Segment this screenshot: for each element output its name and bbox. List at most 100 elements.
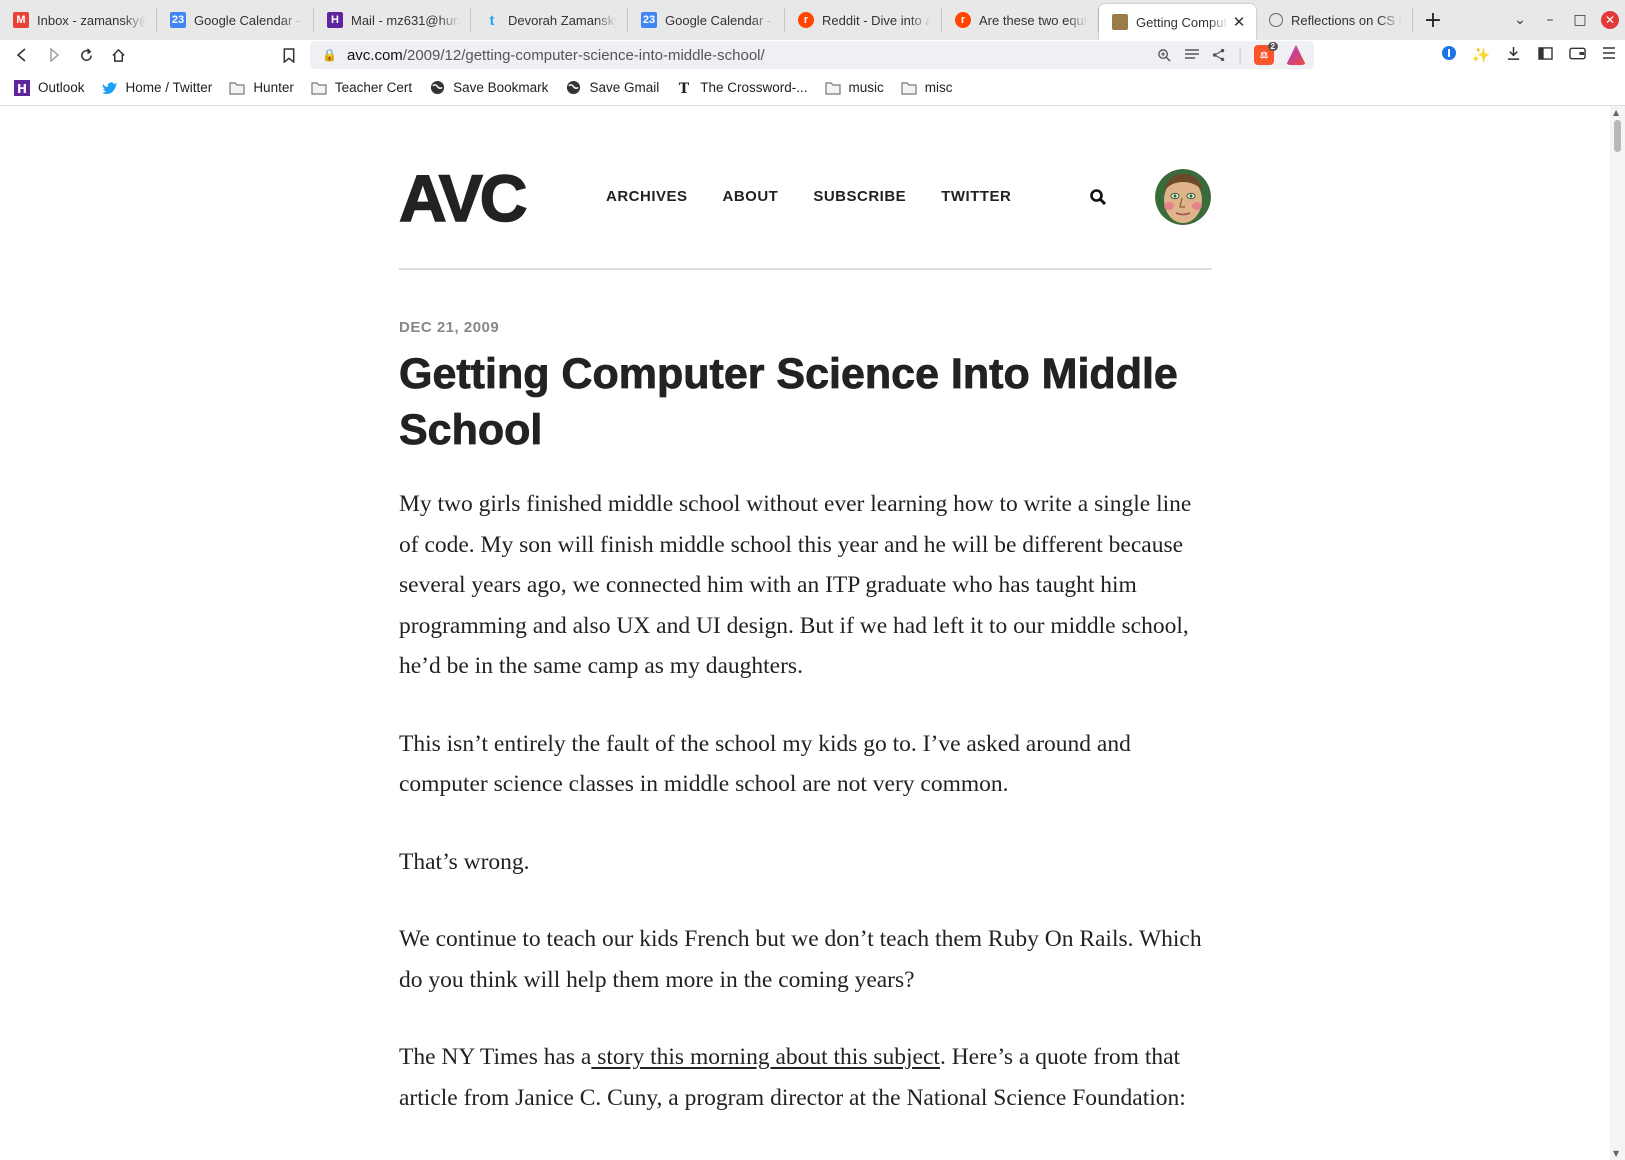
browser-tab[interactable]: Reflections on CS Education (1256, 8, 1413, 32)
bookmark-label: Save Gmail (589, 80, 660, 95)
search-icon[interactable] (1089, 188, 1107, 210)
post-paragraph: We continue to teach our kids French but… (399, 926, 1202, 993)
tab-title: Reflections on CS Education (1291, 12, 1402, 28)
twitter-icon: t (489, 12, 495, 28)
bookmark-item[interactable]: Save Bookmark (429, 80, 548, 96)
folder-icon (311, 80, 327, 96)
reddit-icon: r (955, 12, 971, 28)
bookmark-label: misc (924, 80, 953, 95)
browser-tab[interactable]: H Mail - mz631@hunter.cuny.edu (314, 8, 471, 32)
bookmark-item[interactable]: music (824, 80, 884, 96)
bookmark-item[interactable]: Home / Twitter (101, 80, 213, 96)
twitter-icon (101, 80, 118, 96)
bookmark-item[interactable]: Hunter (229, 80, 294, 96)
sidebar-icon[interactable] (1529, 46, 1561, 64)
brave-rewards-icon[interactable] (1286, 45, 1306, 65)
url-path: /2009/12/getting-computer-science-into-m… (402, 46, 765, 64)
brave-badge-count: 2 (1267, 42, 1278, 51)
window-controls: ⌄ – □ ✕ (1505, 0, 1625, 40)
post-paragraph: My two girls finished middle school with… (399, 491, 1192, 679)
extensions-icon[interactable]: ✨ (1465, 46, 1497, 64)
folder-icon (229, 80, 245, 96)
nav-archives[interactable]: ARCHIVES (606, 188, 688, 205)
tab-strip: M Inbox - zamansky@gmail.com 23 Google Cale… (0, 0, 1625, 40)
browser-tab[interactable]: r Reddit - Dive into anything (785, 8, 942, 32)
folder-icon (824, 80, 841, 96)
post-paragraph: That’s wrong. (399, 848, 530, 875)
reload-button[interactable] (70, 41, 102, 69)
tab-title: Are these two equivalent (979, 12, 1088, 28)
address-bar[interactable]: 🔒 avc.com/2009/12/getting-computer-scien… (310, 41, 1314, 69)
nav-twitter[interactable]: TWITTER (941, 188, 1011, 205)
bookmarks-bar: H Outlook Home / Twitter Hunter Teacher Cert… (0, 70, 1625, 106)
bookmark-label: The Crossword-... (700, 80, 808, 95)
tab-list-icon[interactable]: ⌄ (1505, 12, 1535, 28)
new-tab-button[interactable]: + (1413, 0, 1453, 40)
svg-text:H: H (17, 82, 27, 96)
bookmark-item[interactable]: Save Gmail (565, 80, 659, 96)
globe-icon (1269, 13, 1283, 27)
gmail-icon: M (13, 12, 29, 28)
navigation-toolbar: 🔒 avc.com/2009/12/getting-computer-scien… (0, 40, 1625, 70)
reload-icon (80, 47, 92, 61)
bookmark-label: Outlook (38, 80, 85, 95)
bookmark-item[interactable]: T The Crossword-... (676, 80, 807, 96)
browser-tab[interactable]: 23 Google Calendar - M (628, 8, 785, 32)
bookmark-label: music (848, 80, 884, 95)
forward-arrow-icon (50, 48, 60, 62)
nytimes-story-link[interactable]: story this morning about this subject (591, 1044, 940, 1070)
share-icon[interactable] (1212, 48, 1226, 62)
tab-title: Inbox - zamansky@gmail.com (37, 12, 146, 28)
globe-icon (429, 80, 445, 96)
close-window-icon[interactable]: ✕ (1601, 11, 1619, 29)
bookmark-label: Teacher Cert (334, 80, 413, 95)
google-calendar-icon: 23 (641, 12, 657, 28)
close-tab-icon[interactable]: ✕ (1232, 13, 1246, 31)
maximize-icon[interactable]: □ (1565, 12, 1595, 28)
site-logo[interactable]: AVC (398, 164, 528, 232)
paragraph-text: The NY Times has a (399, 1044, 592, 1070)
globe-icon (565, 80, 581, 96)
scroll-down-icon[interactable]: ▼ (1613, 1149, 1619, 1158)
forward-button[interactable] (38, 41, 70, 69)
browser-tab[interactable]: Getting Computer Science Into Middle Sch… (1099, 4, 1256, 40)
bookmark-label: Home / Twitter (125, 80, 213, 95)
brave-shields-icon[interactable]: ⚖ 2 (1254, 42, 1278, 65)
downloads-icon[interactable] (1497, 46, 1529, 65)
minimize-icon[interactable]: – (1535, 12, 1565, 28)
reddit-icon: r (798, 12, 814, 28)
bookmark-item[interactable]: H Outlook (14, 79, 85, 96)
wallet-icon[interactable] (1561, 46, 1593, 64)
browser-tab[interactable]: 23 Google Calendar - M (157, 8, 314, 32)
back-button[interactable] (6, 41, 38, 69)
hunter-icon: H (14, 79, 30, 96)
browser-tab[interactable]: r Are these two equivalent (942, 8, 1099, 32)
bookmark-icon (283, 47, 295, 63)
browser-tab[interactable]: t Devorah Zamansky on Twitter (471, 8, 628, 32)
scroll-up-icon[interactable]: ▲ (1613, 108, 1619, 117)
site-header: AVC ARCHIVES ABOUT SUBSCRIBE TWITTER (398, 164, 1212, 232)
home-button[interactable] (102, 41, 134, 69)
post-title: Getting Computer Science Into Middle Sch… (399, 350, 1179, 455)
post-date: DEC 21, 2009 (399, 319, 500, 336)
tab-title: Reddit - Dive into anything (822, 12, 931, 28)
post-body: My two girls finished middle school with… (399, 484, 1212, 1155)
zoom-icon[interactable] (1157, 48, 1172, 63)
svg-text:T: T (679, 81, 690, 96)
menu-icon[interactable] (1593, 46, 1625, 64)
password-manager-icon[interactable] (1433, 45, 1465, 65)
author-avatar[interactable] (1155, 169, 1211, 225)
browser-tab[interactable]: M Inbox - zamansky@gmail.com (0, 8, 157, 32)
header-divider (399, 268, 1212, 270)
reader-mode-icon[interactable] (1184, 48, 1200, 62)
scrollbar-thumb[interactable] (1614, 120, 1621, 152)
nav-subscribe[interactable]: SUBSCRIBE (813, 188, 906, 205)
post-paragraph: The NY Times has a story this morning ab… (399, 1037, 1212, 1118)
bookmark-item[interactable]: Teacher Cert (311, 80, 412, 96)
page-scrollbar[interactable]: ▲ ▼ (1610, 106, 1625, 1160)
lock-icon: 🔒 (322, 48, 337, 62)
bookmark-item[interactable]: misc (901, 80, 953, 96)
nav-about[interactable]: ABOUT (723, 188, 779, 205)
bookmark-page-button[interactable] (273, 41, 305, 69)
url-host: avc.com (346, 46, 403, 64)
